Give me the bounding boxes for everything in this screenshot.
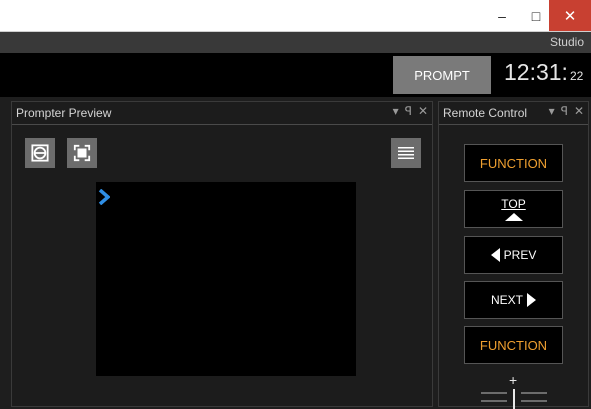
pin-icon[interactable]: ꟼ: [405, 104, 412, 118]
speed-plus-label: +: [509, 372, 518, 388]
clock-seconds: 22: [569, 69, 584, 83]
next-label: NEXT: [490, 293, 523, 307]
maximize-icon: □: [531, 7, 541, 24]
pin-icon[interactable]: ꟼ: [561, 104, 568, 118]
top-button[interactable]: TOP: [464, 190, 563, 228]
prev-label: PREV: [503, 248, 537, 262]
speed-slider[interactable]: [481, 389, 547, 409]
top-label: TOP: [501, 197, 526, 211]
fullscreen-icon: [73, 144, 91, 162]
panel-title: Remote Control: [443, 106, 528, 120]
panel-title: Prompter Preview: [16, 106, 112, 120]
prev-button[interactable]: PREV: [464, 236, 563, 274]
fullscreen-button[interactable]: [67, 138, 97, 168]
prompter-preview-panel: Prompter Preview ▾ ꟼ ✕: [11, 101, 433, 407]
maximize-button[interactable]: □: [519, 0, 553, 31]
close-icon[interactable]: ✕: [418, 104, 428, 118]
chevron-right-icon: [98, 189, 110, 205]
close-button[interactable]: ✕: [549, 0, 591, 31]
workspace-label[interactable]: Studio: [550, 35, 584, 49]
frame-icon: [31, 144, 49, 162]
close-icon: ✕: [563, 7, 577, 25]
function-button-top[interactable]: FUNCTION: [464, 144, 563, 182]
close-icon[interactable]: ✕: [574, 104, 584, 118]
window-titlebar: – □ ✕: [0, 0, 591, 32]
toolbar: PROMPT 12:31: 22: [0, 53, 591, 97]
triangle-left-icon: [490, 248, 500, 262]
prompter-preview-screen: [96, 182, 356, 376]
panel-controls: ▾ ꟼ ✕: [549, 104, 584, 118]
menu-icon: [398, 147, 414, 159]
triangle-right-icon: [527, 293, 536, 307]
clock: 12:31: 22: [504, 59, 583, 86]
triangle-up-icon: [504, 213, 523, 221]
frame-toggle-button[interactable]: [25, 138, 55, 168]
chevron-down-icon[interactable]: ▾: [549, 104, 555, 118]
prompt-button[interactable]: PROMPT: [393, 56, 491, 94]
workspace-bar: Studio: [0, 32, 591, 53]
menu-button[interactable]: [391, 138, 421, 168]
clock-time: 12:31:: [504, 59, 568, 85]
panel-header: Remote Control ▾ ꟼ ✕: [439, 102, 588, 125]
remote-control-panel: Remote Control ▾ ꟼ ✕ FUNCTION TOP PREV N…: [438, 101, 589, 409]
next-button[interactable]: NEXT: [464, 281, 563, 319]
minimize-icon: –: [498, 7, 506, 24]
chevron-down-icon[interactable]: ▾: [393, 104, 399, 118]
panel-header: Prompter Preview ▾ ꟼ ✕: [12, 102, 432, 125]
function-button-bottom[interactable]: FUNCTION: [464, 326, 563, 364]
minimize-button[interactable]: –: [485, 0, 519, 31]
panel-controls: ▾ ꟼ ✕: [393, 104, 428, 118]
